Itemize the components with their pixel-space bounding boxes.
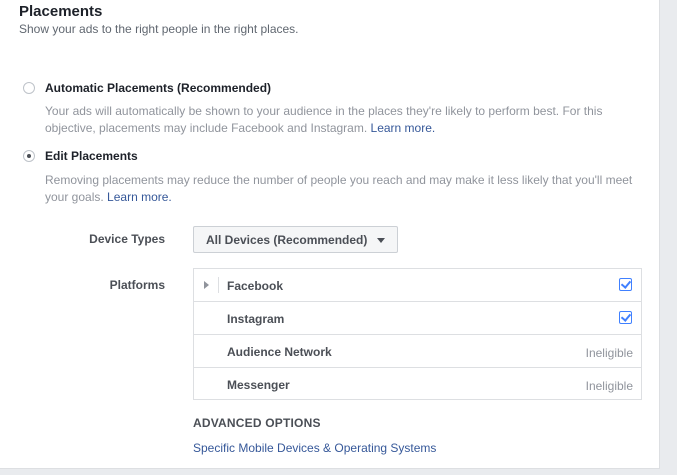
- section-subtitle: Show your ads to the right people in the…: [19, 22, 299, 36]
- automatic-learn-more-link[interactable]: Learn more.: [371, 121, 436, 135]
- platform-name: Instagram: [227, 312, 285, 326]
- platform-row-audience-network: Audience Network Ineligible: [194, 335, 641, 368]
- facebook-checkbox[interactable]: [619, 278, 632, 291]
- placements-panel: Placements Show your ads to the right pe…: [0, 0, 660, 469]
- platforms-label: Platforms: [109, 278, 165, 292]
- instagram-checkbox[interactable]: [619, 311, 632, 324]
- automatic-placements-radio[interactable]: [23, 82, 35, 94]
- edit-placements-label[interactable]: Edit Placements: [45, 149, 138, 163]
- mobile-devices-os-link[interactable]: Specific Mobile Devices & Operating Syst…: [193, 441, 436, 455]
- advanced-options-heading: ADVANCED OPTIONS: [193, 416, 321, 430]
- platform-row-facebook: Facebook: [194, 269, 641, 302]
- automatic-placements-label[interactable]: Automatic Placements (Recommended): [45, 81, 271, 95]
- divider: [218, 277, 219, 293]
- section-title: Placements: [19, 3, 103, 20]
- platform-name: Audience Network: [227, 345, 332, 359]
- platform-name: Facebook: [227, 279, 284, 293]
- platform-name: Messenger: [227, 378, 290, 392]
- device-types-dropdown[interactable]: All Devices (Recommended): [193, 226, 398, 253]
- edit-placements-radio[interactable]: [23, 150, 35, 162]
- device-types-value: All Devices (Recommended): [206, 233, 368, 247]
- platforms-list: Facebook Instagram Audience Network Inel…: [193, 268, 642, 400]
- automatic-placements-description: Your ads will automatically be shown to …: [45, 103, 650, 137]
- edit-learn-more-link[interactable]: Learn more.: [107, 190, 172, 204]
- platform-row-instagram: Instagram: [194, 302, 641, 335]
- expand-arrow-icon[interactable]: [204, 281, 209, 289]
- ineligible-status: Ineligible: [585, 379, 633, 393]
- platform-row-messenger: Messenger Ineligible: [194, 368, 641, 401]
- ineligible-status: Ineligible: [585, 346, 633, 360]
- automatic-description-text: Your ads will automatically be shown to …: [45, 104, 603, 135]
- device-types-label: Device Types: [89, 232, 165, 246]
- caret-down-icon: [377, 238, 385, 243]
- edit-placements-description: Removing placements may reduce the numbe…: [45, 172, 650, 206]
